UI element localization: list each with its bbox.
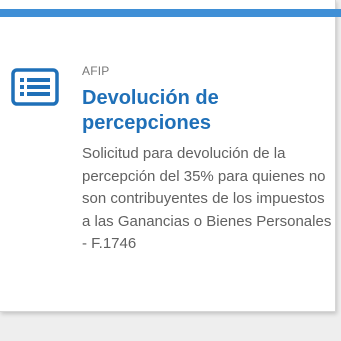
card-accent-bar: [0, 9, 341, 17]
card-organization: AFIP: [82, 64, 110, 78]
card-content: AFIP Devolución de percepciones Solicitu…: [82, 63, 332, 256]
card-description: Solicitud para devolución de la percepci…: [82, 145, 332, 252]
card-title-link[interactable]: Devolución de percepciones: [82, 86, 332, 136]
service-card[interactable]: AFIP Devolución de percepciones Solicitu…: [0, 0, 341, 312]
list-document-icon: [11, 68, 59, 106]
